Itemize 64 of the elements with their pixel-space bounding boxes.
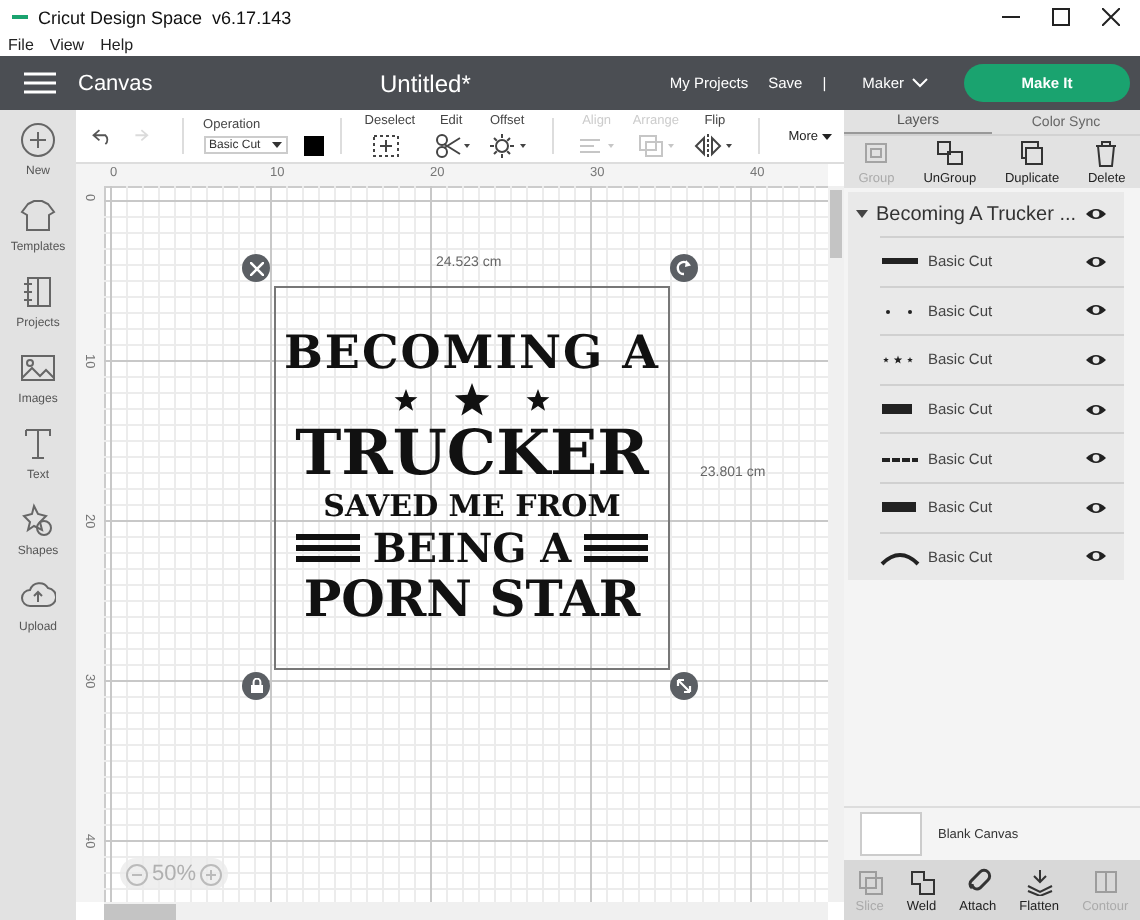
color-swatch[interactable] xyxy=(303,135,324,155)
menu-item[interactable]: Help xyxy=(100,35,134,53)
scrollbar-thumb[interactable] xyxy=(104,904,176,920)
eye-icon[interactable] xyxy=(1084,349,1108,370)
design-text: BEING A xyxy=(372,527,572,570)
tool-icon xyxy=(694,131,735,159)
sidebar-item-icon xyxy=(20,502,56,538)
menu-item[interactable]: File xyxy=(8,35,34,53)
caret-icon xyxy=(822,133,833,139)
tool-icon xyxy=(635,131,676,159)
lock-handle[interactable] xyxy=(242,672,270,700)
action-icon xyxy=(1091,867,1120,895)
tool-icon xyxy=(431,131,472,159)
design-text: PORN STAR xyxy=(303,573,641,626)
star-icon xyxy=(526,388,550,413)
caret-icon[interactable] xyxy=(856,208,868,220)
app-version: v6.17.143 xyxy=(212,7,292,27)
page-title: Canvas xyxy=(78,71,153,95)
action-icon xyxy=(935,139,964,167)
canvas-swatch[interactable] xyxy=(860,812,922,856)
design-text: TRUCKER xyxy=(295,422,649,488)
action-icon xyxy=(862,139,891,167)
sidebar-item-icon xyxy=(20,350,56,386)
sidebar-item-icon xyxy=(20,122,56,158)
action-icon xyxy=(1025,867,1054,895)
design-text: BECOMING A xyxy=(283,330,661,379)
menu-item[interactable]: View xyxy=(49,35,85,53)
selection-box[interactable]: BECOMING A TRUCKER SAVED ME FROM BEING A PORN STAR xyxy=(274,286,670,670)
action-icon xyxy=(1092,139,1121,167)
document-title: Untitled* xyxy=(380,69,471,97)
action-icon xyxy=(1018,139,1047,167)
app-logo-icon xyxy=(12,12,28,22)
star-icon xyxy=(394,388,418,413)
menu-icon[interactable] xyxy=(24,72,56,94)
action-icon xyxy=(855,867,884,895)
chevron-down-icon xyxy=(912,78,928,88)
eye-icon[interactable] xyxy=(1084,497,1108,518)
undo-icon[interactable] xyxy=(92,124,113,148)
sidebar-item-icon xyxy=(20,198,56,234)
action-icon xyxy=(907,867,936,895)
maximize-icon[interactable] xyxy=(1052,8,1070,26)
eye-icon[interactable] xyxy=(1084,204,1108,224)
sidebar-item-icon xyxy=(20,426,56,462)
rotate-handle[interactable] xyxy=(670,254,698,282)
eye-icon[interactable] xyxy=(1084,300,1108,321)
tool-icon xyxy=(487,131,528,159)
app-name: Cricut Design Space xyxy=(38,7,203,27)
scrollbar-thumb[interactable] xyxy=(830,190,842,258)
zoom-level: 50% xyxy=(152,862,197,886)
close-icon[interactable] xyxy=(1102,8,1120,26)
eye-icon[interactable] xyxy=(1084,448,1108,469)
eye-icon[interactable] xyxy=(1084,399,1108,420)
eye-icon[interactable] xyxy=(1084,546,1108,567)
star-icon xyxy=(454,382,490,419)
action-icon xyxy=(963,867,992,895)
design-text: SAVED ME FROM xyxy=(323,491,621,524)
eye-icon[interactable] xyxy=(1084,251,1108,272)
delete-handle[interactable] xyxy=(242,254,270,282)
sidebar-item-icon xyxy=(20,274,56,310)
resize-handle[interactable] xyxy=(670,672,698,700)
caret-icon xyxy=(271,142,282,148)
stripes-icon xyxy=(296,534,361,563)
layer-group[interactable]: Becoming A Trucker ... xyxy=(848,192,1124,236)
stripes-icon xyxy=(583,534,648,563)
